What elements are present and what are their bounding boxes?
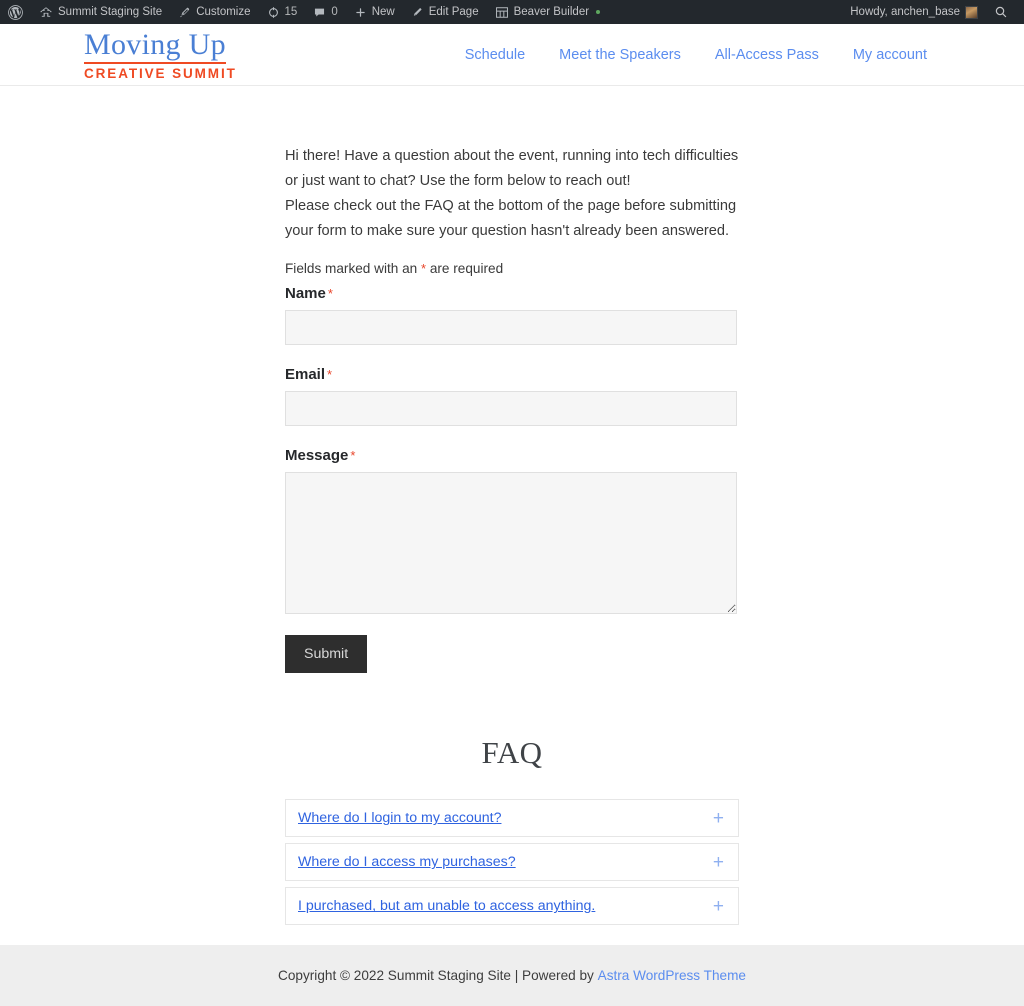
- faq-section: FAQ Where do I login to my account? + Wh…: [285, 735, 739, 926]
- admin-bar-site-name[interactable]: Summit Staging Site: [31, 0, 170, 24]
- plus-icon[interactable]: +: [713, 809, 724, 828]
- required-note-prefix: Fields marked with an: [285, 261, 418, 277]
- message-field-group: Message *: [285, 447, 739, 615]
- submit-button[interactable]: Submit: [285, 635, 368, 674]
- message-label-text: Message: [285, 447, 349, 465]
- email-field-group: Email *: [285, 366, 739, 427]
- nav-item-my-account[interactable]: My account: [853, 47, 927, 63]
- intro-paragraph-2: Please check out the FAQ at the bottom o…: [285, 198, 737, 240]
- site-header: Moving Up CREATIVE SUMMIT Schedule Meet …: [0, 24, 1024, 86]
- wordpress-logo-menu[interactable]: [0, 0, 31, 24]
- dashboard-home-icon: [39, 5, 53, 19]
- admin-bar-customize[interactable]: Customize: [170, 0, 258, 24]
- name-required-asterisk: *: [327, 286, 333, 302]
- admin-bar-comments[interactable]: 0: [305, 0, 345, 24]
- beaver-builder-grid-icon: [495, 6, 509, 19]
- intro-text-block: Hi there! Have a question about the even…: [285, 86, 739, 244]
- admin-bar-my-account[interactable]: Howdy, anchen_base: [842, 0, 986, 24]
- avatar: [965, 5, 978, 19]
- name-input[interactable]: [285, 310, 737, 346]
- plus-icon[interactable]: +: [713, 897, 724, 916]
- admin-bar-edit-page[interactable]: Edit Page: [403, 0, 487, 24]
- nav-item-meet-the-speakers[interactable]: Meet the Speakers: [559, 47, 681, 63]
- plus-icon[interactable]: +: [713, 853, 724, 872]
- message-label: Message *: [285, 447, 739, 464]
- faq-accordion-item-3[interactable]: I purchased, but am unable to access any…: [285, 887, 739, 926]
- contact-form: Name * Email * Message * Submit: [285, 285, 739, 674]
- site-logo-secondary-text: CREATIVE SUMMIT: [84, 65, 237, 81]
- email-label-text: Email: [285, 366, 326, 384]
- site-footer: Copyright © 2022 Summit Staging Site | P…: [0, 945, 1024, 1006]
- email-label: Email *: [285, 366, 739, 383]
- required-note-suffix: are required: [429, 261, 504, 277]
- site-logo[interactable]: Moving Up CREATIVE SUMMIT: [84, 29, 237, 80]
- admin-bar-new-content[interactable]: New: [346, 0, 403, 24]
- admin-bar-site-name-label: Summit Staging Site: [58, 6, 163, 18]
- faq-question-1[interactable]: Where do I login to my account?: [298, 810, 713, 826]
- pencil-icon: [411, 6, 424, 19]
- name-label-text: Name: [285, 285, 326, 303]
- admin-bar-edit-page-label: Edit Page: [428, 6, 479, 18]
- email-input[interactable]: [285, 391, 737, 427]
- admin-bar-beaver-builder[interactable]: Beaver Builder: [487, 0, 608, 24]
- footer-theme-link[interactable]: Astra WordPress Theme: [598, 968, 746, 983]
- faq-accordion-item-1[interactable]: Where do I login to my account? +: [285, 799, 739, 838]
- required-asterisk: *: [421, 261, 427, 277]
- primary-navigation: Schedule Meet the Speakers All-Access Pa…: [465, 47, 1024, 63]
- faq-question-2[interactable]: Where do I access my purchases?: [298, 854, 713, 870]
- paintbrush-icon: [178, 6, 191, 19]
- message-required-asterisk: *: [350, 448, 356, 464]
- faq-question-3[interactable]: I purchased, but am unable to access any…: [298, 898, 713, 914]
- beaver-builder-status-dot: [596, 10, 601, 14]
- plus-icon: [354, 6, 367, 19]
- admin-bar-comments-count: 0: [331, 6, 338, 18]
- content-container: Hi there! Have a question about the even…: [285, 86, 739, 926]
- admin-bar-right-group: Howdy, anchen_base: [842, 0, 1024, 24]
- wordpress-logo-icon: [8, 4, 23, 20]
- admin-bar-new-label: New: [371, 6, 395, 18]
- nav-item-schedule[interactable]: Schedule: [465, 47, 525, 63]
- email-required-asterisk: *: [327, 367, 333, 383]
- admin-bar-left-group: Summit Staging Site Customize 15 0 New E…: [0, 0, 608, 24]
- wp-admin-bar: Summit Staging Site Customize 15 0 New E…: [0, 0, 1024, 24]
- site-logo-primary-text: Moving Up: [84, 29, 226, 64]
- admin-bar-search[interactable]: [986, 0, 1016, 24]
- admin-bar-beaver-builder-label: Beaver Builder: [513, 6, 590, 18]
- faq-accordion-item-2[interactable]: Where do I access my purchases? +: [285, 843, 739, 882]
- admin-bar-howdy-label: Howdy, anchen_base: [850, 6, 960, 18]
- page-content: Hi there! Have a question about the even…: [0, 86, 1024, 926]
- updates-icon: [267, 6, 280, 19]
- nav-item-all-access-pass[interactable]: All-Access Pass: [715, 47, 819, 63]
- name-label: Name *: [285, 285, 739, 302]
- footer-copyright-text: Copyright © 2022 Summit Staging Site | P…: [278, 968, 594, 983]
- intro-paragraph-1: Hi there! Have a question about the even…: [285, 148, 739, 190]
- admin-bar-updates-count: 15: [284, 6, 298, 18]
- message-textarea[interactable]: [285, 472, 737, 615]
- required-fields-note: Fields marked with an * are required: [285, 261, 739, 276]
- search-icon: [994, 5, 1008, 19]
- name-field-group: Name *: [285, 285, 739, 346]
- comment-bubble-icon: [313, 6, 326, 19]
- admin-bar-updates[interactable]: 15: [259, 0, 306, 24]
- admin-bar-customize-label: Customize: [196, 6, 251, 18]
- faq-heading: FAQ: [481, 735, 543, 771]
